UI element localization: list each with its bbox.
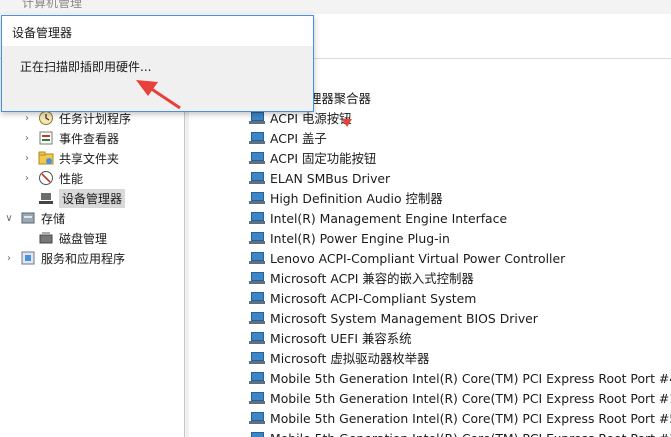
device-monitor-icon [249,232,265,244]
tree-item-device-manager[interactable]: 设备管理器 [22,188,126,208]
services-apps-icon [20,250,36,266]
device-monitor-icon [249,272,265,284]
device-list-item[interactable]: Mobile 5th Generation Intel(R) Core(TM) … [249,368,671,388]
device-monitor-icon [249,212,265,224]
storage-icon [20,210,36,226]
performance-icon [38,170,54,186]
device-monitor-icon [249,132,265,144]
device-monitor-icon [249,372,265,384]
device-label: 理器聚合器 [309,91,371,106]
device-monitor-icon [249,412,265,424]
device-monitor-icon [249,172,265,184]
device-list-item[interactable]: ACPI 盖子 [249,128,327,148]
tree-item-performance[interactable]: › 性能 [22,168,83,188]
device-list-item[interactable]: Microsoft ACPI-Compliant System [249,288,476,308]
device-label: Microsoft 虚拟驱动器枚举器 [270,351,430,366]
device-label: High Definition Audio 控制器 [270,191,443,206]
tree-item-label: 事件查看器 [59,131,120,146]
tree-item-label: 任务计划程序 [59,111,132,126]
device-label: ACPI 盖子 [270,131,327,146]
tree-item-services-apps[interactable]: › 服务和应用程序 [4,248,125,268]
device-list-item[interactable]: Mobile 5th Generation Intel(R) Core(TM) … [249,428,671,437]
chevron-right-icon[interactable]: › [4,253,14,264]
disk-management-icon [38,230,54,246]
shared-folders-icon [38,150,54,166]
device-label: Mobile 5th Generation Intel(R) Core(TM) … [270,410,671,426]
device-monitor-icon [249,332,265,344]
tree-item-disk-management[interactable]: 磁盘管理 [22,228,107,248]
device-label: Intel(R) Management Engine Interface [270,210,508,226]
device-list-item[interactable]: Lenovo ACPI-Compliant Virtual Power Cont… [249,248,565,268]
device-monitor-icon [249,252,265,264]
scan-status-message: 正在扫描即插即用硬件... [20,60,152,74]
tree-item-label: 性能 [59,171,84,186]
device-label: ACPI 固定功能按钮 [270,151,377,166]
device-monitor-icon [249,192,265,204]
device-list-item[interactable]: Intel(R) Management Engine Interface [249,208,507,228]
device-label: Mobile 5th Generation Intel(R) Core(TM) … [270,370,671,386]
device-list-item[interactable]: ACPI 固定功能按钮 [249,148,376,168]
tree-item-shared-folders[interactable]: › 共享文件夹 [22,148,119,168]
device-label: Microsoft System Management BIOS Driver [270,310,538,326]
device-monitor-icon [249,292,265,304]
tree-item-label: 服务和应用程序 [41,251,126,266]
scan-dialog-body: 正在扫描即插即用硬件... [2,46,313,111]
tree-item-label: 共享文件夹 [59,151,120,166]
device-list-item[interactable]: High Definition Audio 控制器 [249,188,443,208]
device-monitor-icon [249,112,265,124]
navigation-tree: › 任务计划程序 › 事件查看器 › 共享文件夹 › 性能 设备管理器 ∨ 存储… [0,59,184,437]
device-monitor-icon [249,312,265,324]
tree-item-label: 磁盘管理 [59,231,108,246]
tree-item-storage[interactable]: ∨ 存储 [4,208,65,228]
device-label: Microsoft ACPI-Compliant System [270,290,477,306]
event-viewer-icon [38,130,54,146]
window-title: 计算机管理 [22,0,83,10]
device-list-item[interactable]: Intel(R) Power Engine Plug-in [249,228,450,248]
tree-item-label: 存储 [41,211,66,226]
device-list-item[interactable]: Microsoft System Management BIOS Driver [249,308,538,328]
device-monitor-icon [249,392,265,404]
device-list-pane: 理器聚合器 ACPI 电源按钮 ACPI 盖子 ACPI 固定功能按钮 ELAN SM… [189,59,671,437]
device-category-partial[interactable]: 理器聚合器 [309,88,371,108]
chevron-right-icon[interactable]: › [22,153,32,164]
device-manager-icon [38,190,54,206]
device-label: Microsoft ACPI 兼容的嵌入式控制器 [270,271,474,286]
device-label: Intel(R) Power Engine Plug-in [270,230,450,246]
tree-item-label: 设备管理器 [59,188,126,208]
device-label: Microsoft UEFI 兼容系统 [270,331,412,346]
device-monitor-icon [249,152,265,164]
chevron-down-icon[interactable]: ∨ [4,213,14,224]
device-label: ELAN SMBus Driver [270,170,391,186]
device-label: Lenovo ACPI-Compliant Virtual Power Cont… [270,250,566,266]
device-list-item[interactable]: Mobile 5th Generation Intel(R) Core(TM) … [249,408,671,428]
device-monitor-icon [249,432,265,437]
chevron-right-icon[interactable]: › [22,173,32,184]
device-list-item[interactable]: Microsoft ACPI 兼容的嵌入式控制器 [249,268,474,288]
device-monitor-icon [249,352,265,364]
device-list-item[interactable]: Microsoft 虚拟驱动器枚举器 [249,348,429,368]
scan-dialog: 设备管理器 正在扫描即插即用硬件... [1,15,314,112]
tree-item-event-viewer[interactable]: › 事件查看器 [22,128,119,148]
chevron-right-icon[interactable]: › [22,133,32,144]
chevron-right-icon[interactable]: › [22,113,32,124]
task-scheduler-icon [38,110,54,126]
scan-dialog-title: 设备管理器 [12,26,73,40]
window-title-strip: 计算机管理 [0,0,671,14]
device-list-item[interactable]: ELAN SMBus Driver [249,168,390,188]
device-list-item[interactable]: Microsoft UEFI 兼容系统 [249,328,412,348]
device-label: Mobile 5th Generation Intel(R) Core(TM) … [270,390,671,406]
device-label: Mobile 5th Generation Intel(R) Core(TM) … [270,431,671,437]
device-list-item[interactable]: Mobile 5th Generation Intel(R) Core(TM) … [249,388,671,408]
